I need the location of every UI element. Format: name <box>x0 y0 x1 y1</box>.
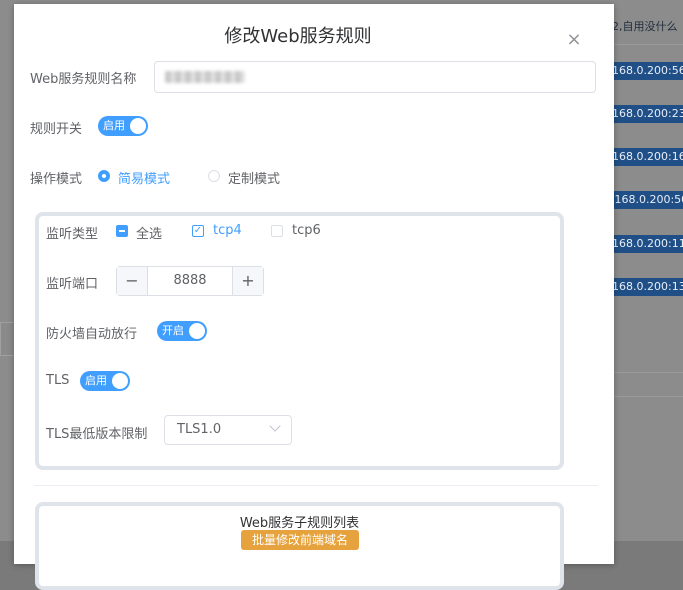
tls-min-version-label: TLS最低版本限制 <box>46 427 148 442</box>
tls-toggle[interactable]: 启用 <box>80 371 130 391</box>
rule-switch-text: 启用 <box>103 119 125 132</box>
tls-min-version-value: TLS1.0 <box>177 422 222 437</box>
sub-rules-card: Web服务子规则列表 批量修改前端域名 <box>35 502 564 590</box>
rule-switch-label: 规则开关 <box>30 122 83 137</box>
batch-edit-domain-button[interactable]: 批量修改前端域名 <box>241 530 359 550</box>
switch-knob <box>112 373 128 389</box>
edit-web-rule-dialog: 修改Web服务规则 × Web服务规则名称 规则开关 启用 操作模式 简易模式 … <box>14 4 614 590</box>
tls-min-version-select[interactable]: TLS1.0 <box>164 415 292 445</box>
tcp6-checkbox[interactable] <box>271 225 283 237</box>
tls-label: TLS <box>46 373 70 388</box>
bg-row-2: 168.0.200:234 <box>608 105 683 123</box>
tcp4-label[interactable]: tcp4 <box>213 223 242 238</box>
radio-simple-mode-label[interactable]: 简易模式 <box>118 168 170 187</box>
sub-rules-title: Web服务子规则列表 <box>239 516 360 531</box>
close-icon[interactable]: × <box>566 31 582 49</box>
bg-row-6: 168.0.200:130 <box>608 278 683 296</box>
firewall-switch-text: 开启 <box>162 324 184 337</box>
check-icon: ✓ <box>193 225 203 236</box>
radio-custom-mode-label[interactable]: 定制模式 <box>228 168 280 187</box>
firewall-label: 防火墙自动放行 <box>46 327 138 342</box>
switch-knob <box>189 323 205 339</box>
rule-name-value-blurred <box>165 71 245 83</box>
section-divider <box>34 485 598 486</box>
listen-port-label: 监听端口 <box>46 277 99 292</box>
select-all-checkbox[interactable] <box>116 225 128 237</box>
listen-type-label: 监听类型 <box>46 227 99 242</box>
rule-name-label: Web服务规则名称 <box>30 72 137 87</box>
listen-port-input[interactable]: 8888 <box>148 267 232 295</box>
plus-button[interactable]: + <box>232 267 263 295</box>
listen-port-stepper: − 8888 + <box>116 266 264 296</box>
chevron-down-icon <box>269 420 281 432</box>
tcp4-checkbox[interactable]: ✓ <box>192 225 204 237</box>
bg-row-3: 168.0.200:16 <box>608 148 683 166</box>
tls-switch-text: 启用 <box>85 374 107 387</box>
select-all-label[interactable]: 全选 <box>136 223 162 242</box>
bg-row-1: 168.0.200:56 <box>608 62 683 80</box>
bg-row-5: 168.0.200:11 <box>608 235 683 253</box>
rule-name-input[interactable] <box>154 61 596 93</box>
firewall-toggle[interactable]: 开启 <box>157 321 207 341</box>
rule-switch-toggle[interactable]: 启用 <box>98 116 148 136</box>
switch-knob <box>130 118 146 134</box>
minus-button[interactable]: − <box>117 267 148 295</box>
dialog-title: 修改Web服务规则 <box>224 26 372 47</box>
radio-simple-mode[interactable] <box>98 170 110 182</box>
radio-custom-mode[interactable] <box>208 170 220 182</box>
tcp6-label[interactable]: tcp6 <box>292 223 321 238</box>
bg-row-0: 2,自用没什么 <box>612 20 678 33</box>
operation-mode-label: 操作模式 <box>30 172 83 187</box>
